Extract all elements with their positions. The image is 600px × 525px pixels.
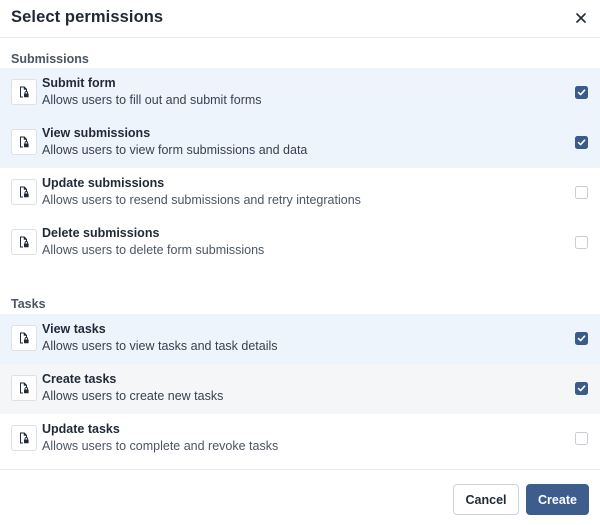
permission-icon-box	[11, 229, 37, 255]
dialog-header: Select permissions	[0, 0, 600, 38]
permission-name: Update submissions	[42, 176, 165, 190]
permission-description: Allows users to delete form submissions	[42, 243, 265, 257]
permission-checkbox[interactable]	[575, 236, 588, 249]
file-lock-icon	[20, 86, 29, 98]
permission-row-submit-form[interactable]: Submit form Allows users to fill out and…	[0, 68, 600, 118]
permission-icon-box	[11, 129, 37, 155]
dialog-title: Select permissions	[11, 8, 164, 26]
permission-name: Create tasks	[42, 372, 117, 386]
permission-row-update-tasks[interactable]: Update tasks Allows users to complete an…	[0, 414, 600, 464]
check-icon	[577, 385, 586, 392]
permission-row-view-submissions[interactable]: View submissions Allows users to view fo…	[0, 118, 600, 168]
file-lock-icon	[20, 432, 29, 444]
permission-row-update-submissions[interactable]: Update submissions Allows users to resen…	[0, 168, 600, 218]
file-lock-icon	[20, 236, 29, 248]
permission-name: Delete submissions	[42, 226, 160, 240]
permission-checkbox[interactable]	[575, 86, 588, 99]
permission-icon-box	[11, 179, 37, 205]
section-title-tasks: Tasks	[11, 297, 46, 311]
permission-description: Allows users to complete and revoke task…	[42, 439, 279, 453]
permission-name: View submissions	[42, 126, 151, 140]
section-title-submissions: Submissions	[11, 52, 89, 66]
permission-checkbox[interactable]	[575, 136, 588, 149]
permission-description: Allows users to view form submissions an…	[42, 143, 308, 157]
permission-row-view-tasks[interactable]: View tasks Allows users to view tasks an…	[0, 314, 600, 364]
file-lock-icon	[20, 382, 29, 394]
close-icon	[576, 13, 586, 23]
permission-icon-box	[11, 375, 37, 401]
file-lock-icon	[20, 136, 29, 148]
permission-icon-box	[11, 325, 37, 351]
permission-name: View tasks	[42, 322, 106, 336]
permissions-dialog: Select permissions Submissions Submit fo…	[0, 0, 600, 525]
permission-description: Allows users to resend submissions and r…	[42, 193, 361, 207]
close-button[interactable]	[571, 8, 591, 28]
permission-icon-box	[11, 425, 37, 451]
permission-row-create-tasks[interactable]: Create tasks Allows users to create new …	[0, 364, 600, 414]
permission-checkbox[interactable]	[575, 332, 588, 345]
permission-checkbox[interactable]	[575, 382, 588, 395]
file-lock-icon	[20, 332, 29, 344]
check-icon	[577, 89, 586, 96]
permission-checkbox[interactable]	[575, 186, 588, 199]
permission-row-delete-submissions[interactable]: Delete submissions Allows users to delet…	[0, 218, 600, 268]
cancel-button[interactable]: Cancel	[453, 484, 519, 515]
check-icon	[577, 139, 586, 146]
permission-description: Allows users to create new tasks	[42, 389, 224, 403]
permission-description: Allows users to fill out and submit form…	[42, 93, 262, 107]
dialog-footer: Cancel Create	[0, 469, 600, 525]
permission-checkbox[interactable]	[575, 432, 588, 445]
check-icon	[577, 335, 586, 342]
permission-name: Submit form	[42, 76, 116, 90]
permission-description: Allows users to view tasks and task deta…	[42, 339, 278, 353]
file-lock-icon	[20, 186, 29, 198]
create-button[interactable]: Create	[526, 484, 589, 515]
permission-icon-box	[11, 79, 37, 105]
permission-name: Update tasks	[42, 422, 120, 436]
